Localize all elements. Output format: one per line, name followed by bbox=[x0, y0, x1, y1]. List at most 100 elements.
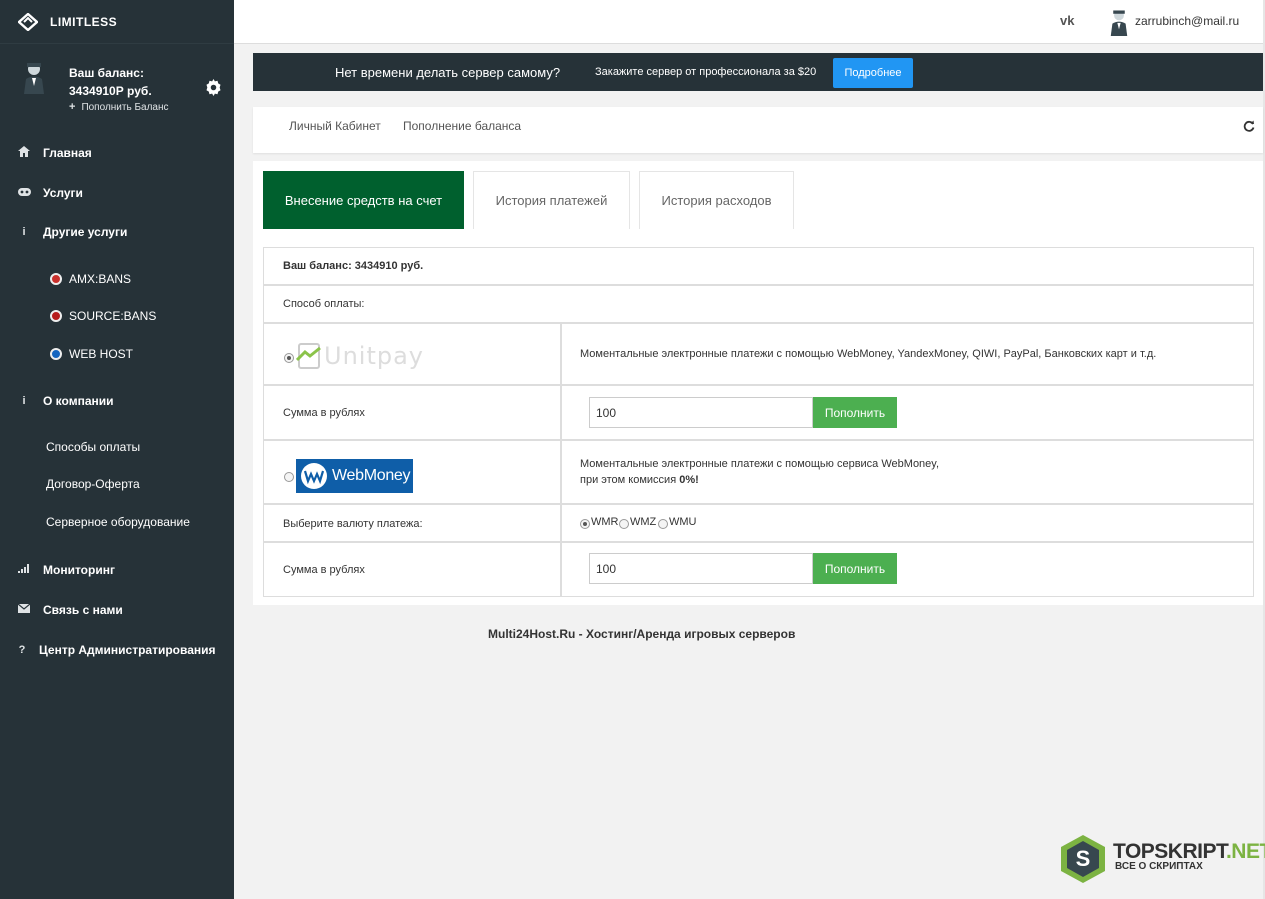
unitpay-sum-label: Сумма в рублях bbox=[283, 407, 365, 419]
info-icon: i bbox=[22, 395, 26, 407]
badge-letter: S bbox=[1076, 846, 1091, 871]
webmoney-icon bbox=[301, 463, 327, 489]
method-label: Способ оплаты: bbox=[283, 298, 365, 310]
nav-services[interactable]: Услуги bbox=[0, 183, 234, 203]
payment-table: Ваш баланс: 3434910 руб. Способ оплаты: … bbox=[263, 247, 1254, 597]
promo-question: Нет времени делать сервер самому? bbox=[335, 65, 561, 80]
promo-details-button[interactable]: Подробнее bbox=[833, 58, 913, 88]
table-row: Сумма в рублях Пополнить bbox=[264, 543, 1253, 596]
plus-icon: + bbox=[69, 101, 76, 113]
topup-label: Пополнить Баланс bbox=[81, 101, 169, 113]
brand-logo-icon bbox=[18, 12, 38, 31]
webmoney-logo-text: WebMoney bbox=[332, 467, 411, 484]
currency-label: Выберите валюту платежа: bbox=[283, 518, 423, 530]
user-avatar[interactable] bbox=[1108, 8, 1130, 36]
currency-radio-wmz[interactable] bbox=[619, 519, 629, 529]
table-row: Ваш баланс: 3434910 руб. bbox=[264, 248, 1253, 286]
nav-label: Услуги bbox=[43, 186, 83, 200]
unitpay-logo-text: Unitpay bbox=[324, 342, 424, 370]
webhost-icon bbox=[50, 348, 62, 360]
table-row: Сумма в рублях Пополнить bbox=[264, 386, 1253, 441]
info-icon: i bbox=[22, 226, 26, 238]
brand-name: LIMITLESS bbox=[50, 14, 118, 29]
topup-link[interactable]: + Пополнить Баланс bbox=[69, 101, 169, 113]
nav-home[interactable]: Главная bbox=[0, 143, 234, 163]
table-row: Выберите валюту платежа: WMR WMZ WMU bbox=[264, 505, 1253, 543]
vk-icon[interactable]: vk bbox=[1060, 13, 1074, 28]
webmoney-sum-label: Сумма в рублях bbox=[283, 564, 365, 576]
brand[interactable]: LIMITLESS bbox=[0, 0, 234, 44]
signal-icon bbox=[17, 564, 31, 576]
table-row-unitpay: Unitpay Моментальные электронные платежи… bbox=[264, 324, 1253, 386]
table-row: Способ оплаты: bbox=[264, 286, 1253, 324]
nav-label: Другие услуги bbox=[43, 225, 128, 239]
unitpay-submit-button[interactable]: Пополнить bbox=[813, 397, 897, 428]
unitpay-description: Моментальные электронные платежи с помощ… bbox=[580, 348, 1157, 360]
footer-text: Multi24Host.Ru - Хостинг/Аренда игровых … bbox=[488, 627, 796, 641]
tab-expense-history[interactable]: История расходов bbox=[639, 171, 794, 229]
nav-label: Связь с нами bbox=[43, 603, 123, 617]
sub-item-label: SOURCE:BANS bbox=[69, 309, 157, 323]
sub-item-label: WEB HOST bbox=[69, 347, 134, 361]
unitpay-icon bbox=[296, 343, 321, 369]
tab-deposit[interactable]: Внесение средств на счет bbox=[263, 171, 464, 229]
nav-monitoring[interactable]: Мониторинг bbox=[0, 560, 234, 580]
gear-icon[interactable] bbox=[205, 79, 222, 96]
currency-wmu-label: WMU bbox=[669, 516, 697, 528]
tab-payment-history[interactable]: История платежей bbox=[473, 171, 630, 229]
nav-about[interactable]: i О компании bbox=[0, 391, 234, 411]
watermark-subtitle: ВСЕ О СКРИПТАХ bbox=[1115, 861, 1203, 872]
commission-value: 0%! bbox=[679, 474, 699, 486]
gamepad-icon bbox=[17, 187, 31, 199]
promo-text: Закажите сервер от профессионала за $20 bbox=[595, 66, 817, 78]
sidebar: LIMITLESS Ваш баланс: 3434910Р руб. + По… bbox=[0, 0, 234, 899]
currency-wmr-label: WMR bbox=[591, 516, 619, 528]
nav-other-services[interactable]: i Другие услуги bbox=[0, 222, 234, 242]
form-balance: Ваш баланс: 3434910 руб. bbox=[283, 260, 424, 272]
breadcrumb-topup[interactable]: Пополнение баланса bbox=[403, 119, 521, 133]
currency-radio-wmu[interactable] bbox=[658, 519, 668, 529]
user-email[interactable]: zarrubinch@mail.ru bbox=[1135, 14, 1239, 28]
top-header: vk zarrubinch@mail.ru bbox=[234, 0, 1265, 44]
sidebar-balance: Ваш баланс: 3434910Р руб. bbox=[69, 66, 152, 98]
topskript-logo: S bbox=[1061, 835, 1105, 883]
promo-banner: Нет времени делать сервер самому? Закажи… bbox=[253, 53, 1263, 91]
breadcrumb-cabinet[interactable]: Личный Кабинет bbox=[289, 119, 381, 133]
refresh-icon[interactable] bbox=[1243, 120, 1255, 132]
envelope-icon bbox=[17, 603, 31, 616]
webmoney-amount-input[interactable] bbox=[589, 553, 813, 584]
unitpay-logo: Unitpay bbox=[296, 342, 424, 370]
sub-item-label: AMX:BANS bbox=[69, 272, 132, 286]
webmoney-radio[interactable] bbox=[284, 472, 294, 482]
payment-panel: Внесение средств на счет История платеже… bbox=[253, 161, 1263, 605]
webmoney-submit-button[interactable]: Пополнить bbox=[813, 553, 897, 584]
nav-contact[interactable]: Связь с нами bbox=[0, 600, 234, 620]
webmoney-commission: при этом комиссия 0%! bbox=[580, 474, 699, 486]
unitpay-radio[interactable] bbox=[284, 353, 294, 363]
sourcebans-icon bbox=[50, 310, 62, 322]
sub-item-sourcebans[interactable]: SOURCE:BANS bbox=[0, 307, 234, 325]
question-icon: ? bbox=[18, 644, 26, 656]
avatar[interactable] bbox=[22, 60, 46, 94]
breadcrumb: Личный Кабинет Пополнение баланса bbox=[253, 107, 1263, 153]
webmoney-description: Моментальные электронные платежи с помощ… bbox=[580, 458, 940, 470]
currency-wmz-label: WMZ bbox=[630, 516, 657, 528]
sub-item-amxbans[interactable]: AMX:BANS bbox=[0, 270, 234, 288]
watermark-title-b: .NET bbox=[1225, 840, 1265, 863]
unitpay-amount-input[interactable] bbox=[589, 397, 813, 428]
currency-radio-wmr[interactable] bbox=[580, 519, 590, 529]
webmoney-logo: WebMoney bbox=[296, 459, 413, 493]
nav-admin-center[interactable]: ? Центр Администратирования bbox=[0, 640, 234, 660]
commission-prefix: при этом комиссия bbox=[580, 474, 680, 486]
home-icon bbox=[17, 146, 31, 160]
nav-label: Центр Администратирования bbox=[39, 643, 216, 657]
sub-item-hardware[interactable]: Серверное оборудование bbox=[46, 515, 190, 529]
nav-label: Мониторинг bbox=[43, 563, 115, 577]
amxbans-icon bbox=[50, 273, 62, 285]
sub-item-payment-methods[interactable]: Способы оплаты bbox=[46, 440, 140, 454]
table-row-webmoney: WebMoney Моментальные электронные платеж… bbox=[264, 441, 1253, 505]
watermark-title-a: TOPSKRIPT bbox=[1113, 840, 1226, 863]
sub-item-offer[interactable]: Договор-Оферта bbox=[46, 477, 140, 491]
nav-label: О компании bbox=[43, 394, 114, 408]
sub-item-webhost[interactable]: WEB HOST bbox=[0, 345, 234, 363]
